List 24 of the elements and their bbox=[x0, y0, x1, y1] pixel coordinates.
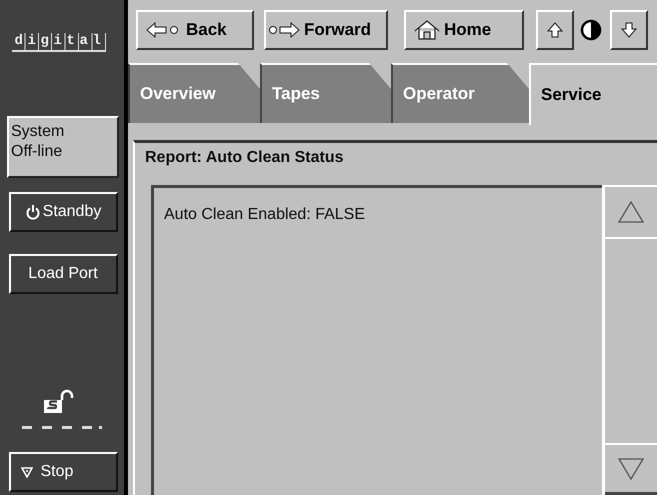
triangle-up-icon bbox=[618, 201, 644, 223]
report-line: Auto Clean Enabled: FALSE bbox=[164, 206, 366, 224]
up-arrow-icon bbox=[547, 22, 563, 38]
scroll-down-button[interactable] bbox=[610, 10, 648, 50]
scroll-up-button[interactable] bbox=[536, 10, 574, 50]
report-title: Report: Auto Clean Status bbox=[144, 148, 345, 168]
triangle-down-icon bbox=[20, 466, 32, 478]
power-icon bbox=[24, 204, 41, 220]
scroll-down-button[interactable] bbox=[605, 443, 657, 495]
stop-button[interactable]: Stop bbox=[8, 452, 118, 492]
load-port-button[interactable]: Load Port bbox=[8, 254, 118, 294]
home-icon bbox=[414, 20, 440, 40]
triangle-down-icon bbox=[618, 458, 644, 480]
tab[interactable]: Operator bbox=[391, 63, 529, 123]
standby-button[interactable]: Standby bbox=[8, 192, 118, 232]
home-button[interactable]: Home bbox=[404, 10, 524, 50]
down-arrow-icon bbox=[621, 22, 637, 38]
tab[interactable]: Service bbox=[529, 63, 657, 125]
back-button[interactable]: Back bbox=[136, 10, 254, 50]
tab[interactable]: Tapes bbox=[260, 63, 391, 123]
contrast-icon[interactable] bbox=[580, 18, 602, 40]
status-indicator: System Off-line bbox=[7, 116, 119, 178]
tab[interactable]: Overview bbox=[128, 63, 260, 123]
forward-button[interactable]: Forward bbox=[264, 10, 388, 50]
